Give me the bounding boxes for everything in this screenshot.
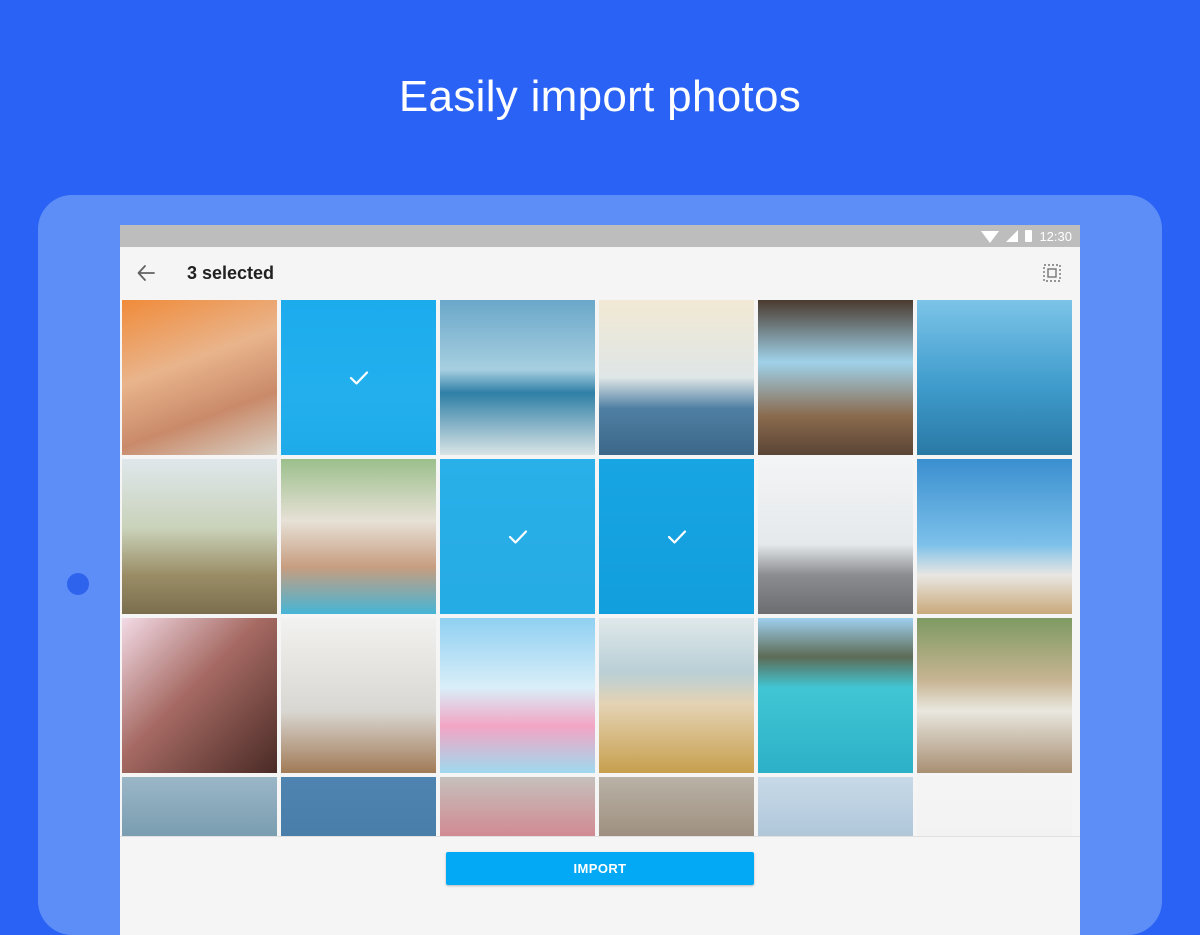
photo-tile[interactable] — [281, 618, 436, 773]
photo-tile[interactable] — [599, 459, 754, 614]
signal-icon — [1006, 230, 1019, 242]
photo-tile[interactable] — [122, 618, 277, 773]
tablet-camera — [67, 573, 89, 595]
photo-thumbnail — [122, 459, 277, 614]
headline: Easily import photos — [398, 72, 802, 121]
photo-thumbnail — [440, 300, 595, 455]
photo-thumbnail — [758, 459, 913, 614]
selected-overlay — [440, 459, 595, 614]
photo-tile[interactable] — [758, 300, 913, 455]
bottom-action-bar: IMPORT — [120, 836, 1080, 935]
photo-tile[interactable] — [599, 618, 754, 773]
status-time: 12:30 — [1039, 228, 1072, 244]
photo-thumbnail — [440, 618, 595, 773]
app-toolbar: 3 selected — [120, 247, 1080, 299]
check-icon — [667, 529, 686, 544]
photo-tile[interactable] — [440, 618, 595, 773]
import-button[interactable]: IMPORT — [446, 852, 754, 885]
photo-tile[interactable] — [440, 777, 595, 836]
photo-tile[interactable] — [122, 300, 277, 455]
app-screen: 12:30 3 selected IMPORT — [120, 225, 1080, 935]
check-icon — [349, 370, 368, 385]
photo-thumbnail — [758, 618, 913, 773]
photo-thumbnail — [440, 777, 595, 836]
selection-count-title: 3 selected — [187, 262, 275, 283]
photo-tile[interactable] — [599, 777, 754, 836]
photo-thumbnail — [758, 300, 913, 455]
photo-tile[interactable] — [122, 459, 277, 614]
tablet-frame: 12:30 3 selected IMPORT — [38, 195, 1162, 935]
photo-tile[interactable] — [917, 300, 1072, 455]
photo-tile[interactable] — [281, 459, 436, 614]
photo-thumbnail — [122, 777, 277, 836]
photo-thumbnail — [281, 618, 436, 773]
photo-tile[interactable] — [758, 618, 913, 773]
photo-grid — [122, 300, 1078, 836]
photo-thumbnail — [599, 618, 754, 773]
photo-thumbnail — [917, 459, 1072, 614]
wifi-icon — [981, 231, 1000, 243]
photo-thumbnail — [281, 777, 436, 836]
photo-tile[interactable] — [440, 459, 595, 614]
back-button[interactable] — [120, 247, 172, 299]
photo-thumbnail — [122, 618, 277, 773]
check-icon — [508, 529, 527, 544]
photo-tile[interactable] — [758, 459, 913, 614]
photo-thumbnail — [758, 777, 913, 836]
photo-thumbnail — [599, 300, 754, 455]
select-all-icon — [1043, 264, 1061, 282]
selected-overlay — [281, 300, 436, 455]
photo-tile[interactable] — [281, 300, 436, 455]
photo-tile[interactable] — [122, 777, 277, 836]
status-bar: 12:30 — [120, 225, 1080, 247]
photo-thumbnail — [917, 300, 1072, 455]
photo-tile[interactable] — [917, 459, 1072, 614]
photo-thumbnail — [281, 459, 436, 614]
arrow-left-icon — [137, 265, 155, 281]
photo-tile[interactable] — [758, 777, 913, 836]
selected-overlay — [599, 459, 754, 614]
photo-tile[interactable] — [599, 300, 754, 455]
photo-tile[interactable] — [281, 777, 436, 836]
photo-thumbnail — [122, 300, 277, 455]
battery-icon — [1025, 230, 1033, 242]
photo-tile[interactable] — [440, 300, 595, 455]
photo-thumbnail — [917, 618, 1072, 773]
photo-thumbnail — [917, 777, 1072, 836]
select-all-button[interactable] — [1040, 261, 1064, 285]
photo-tile[interactable] — [917, 618, 1072, 773]
photo-tile[interactable] — [917, 777, 1072, 836]
photo-thumbnail — [599, 777, 754, 836]
